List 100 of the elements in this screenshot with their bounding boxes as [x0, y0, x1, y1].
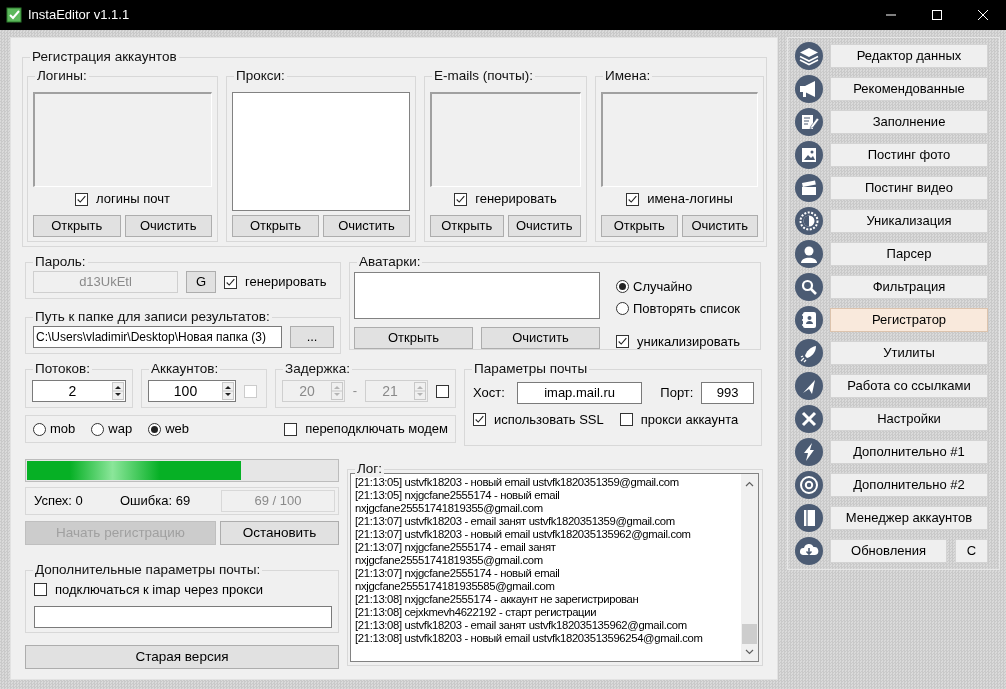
sidebar-item[interactable]: Регистратор — [830, 308, 988, 332]
checkbox[interactable] — [619, 413, 633, 427]
checkbox[interactable] — [34, 583, 47, 597]
layers-icon[interactable] — [795, 42, 823, 70]
group-title: Задержка: — [283, 361, 353, 377]
checkbox[interactable] — [454, 192, 468, 206]
button[interactable]: Очистить — [681, 215, 758, 237]
sidebar-button[interactable]: C — [955, 539, 988, 563]
sidebar-item[interactable]: Утилиты — [830, 341, 988, 365]
radio-button[interactable] — [33, 422, 46, 436]
sidebar-item[interactable]: Обновления — [830, 539, 947, 563]
button[interactable]: Очистить — [124, 215, 212, 237]
group-title: Аватарки: — [357, 254, 423, 270]
sidebar-item[interactable]: Менеджер аккаунтов — [830, 506, 988, 530]
button[interactable]: Остановить — [220, 521, 339, 545]
list-box[interactable] — [354, 272, 600, 319]
sidebar-item[interactable]: Уникализация — [830, 209, 988, 233]
sidebar-item[interactable]: Фильтрация — [830, 275, 988, 299]
sidebar-item[interactable]: Редактор данных — [830, 44, 988, 68]
search-icon[interactable] — [795, 273, 823, 301]
at-sign-icon[interactable] — [795, 471, 823, 499]
radio-button[interactable] — [91, 422, 105, 436]
checkbox-label[interactable]: генерировать — [475, 191, 557, 207]
button[interactable]: Старая версия — [25, 645, 339, 669]
button[interactable]: Открыть — [232, 215, 319, 237]
radio-label[interactable]: Повторять список — [633, 300, 741, 317]
scrollbar[interactable] — [741, 474, 758, 661]
checkbox-label[interactable]: использовать SSL — [494, 412, 604, 428]
button[interactable]: ... — [290, 326, 334, 348]
path-field[interactable]: C:\Users\vladimir\Desktop\Новая папка (3) — [33, 326, 283, 348]
checkbox-label[interactable]: имена-логины — [647, 191, 733, 207]
number-spinner[interactable]: 2 — [32, 380, 126, 402]
button[interactable]: Открыть — [33, 215, 121, 237]
button[interactable]: Открыть — [430, 215, 504, 237]
group-title: Путь к папке для записи результатов: — [33, 309, 272, 325]
sidebar-item[interactable]: Постинг фото — [830, 143, 988, 167]
button[interactable]: Открыть — [601, 215, 678, 237]
spinner-arrows-icon[interactable] — [112, 382, 124, 400]
group-title: Лог: — [355, 461, 385, 477]
cloud-download-icon[interactable] — [795, 537, 823, 565]
checkbox-label[interactable]: подключаться к imap через прокси — [55, 582, 263, 598]
checkbox-label[interactable]: логины почт — [96, 191, 170, 207]
radio-label[interactable]: web — [165, 421, 189, 437]
button[interactable]: Открыть — [354, 327, 473, 349]
error-count: Ошибка: 69 — [120, 493, 192, 509]
user-icon[interactable] — [795, 240, 823, 268]
lightning-icon[interactable] — [795, 438, 823, 466]
radio-label[interactable]: wap — [108, 421, 133, 437]
group-title: E-mails (почты): — [432, 68, 535, 84]
radio-button[interactable] — [616, 280, 629, 294]
sidebar-item[interactable]: Настройки — [830, 407, 988, 431]
clapperboard-icon[interactable] — [795, 174, 823, 202]
sidebar-item[interactable]: Заполнение — [830, 110, 988, 134]
button[interactable]: Очистить — [323, 215, 410, 237]
checkbox[interactable] — [284, 422, 298, 436]
radio-label[interactable]: mob — [50, 421, 76, 437]
radio-button[interactable] — [616, 301, 629, 315]
megaphone-icon[interactable] — [795, 75, 823, 103]
sidebar-item[interactable]: Рекомендованные — [830, 77, 988, 101]
port-field[interactable]: 993 — [701, 382, 754, 404]
sidebar-item[interactable]: Постинг видео — [830, 176, 988, 200]
log-line: [21:13:08] ustvfk18203 - email занят ustvfk182035135962@gmail.com — [355, 619, 688, 632]
success-count: Успех: 0 — [34, 493, 84, 509]
number-spinner[interactable]: 100 — [148, 380, 236, 402]
field-label: Порт: — [660, 385, 694, 401]
cursor-icon[interactable] — [795, 372, 823, 400]
checkbox-label[interactable]: переподключать модем — [305, 421, 448, 437]
host-field[interactable]: imap.mail.ru — [516, 382, 643, 404]
sidebar-item[interactable]: Парсер — [830, 242, 988, 266]
contrast-icon[interactable] — [795, 207, 823, 235]
group-title: Прокси: — [234, 68, 287, 84]
sidebar-item[interactable]: Дополнительно #2 — [830, 473, 988, 497]
counter-field: 69 / 100 — [221, 490, 335, 512]
button[interactable]: Очистить — [481, 327, 600, 349]
button[interactable]: Очистить — [507, 215, 581, 237]
proxy-field[interactable] — [34, 605, 332, 628]
log-line: [21:13:05] nxjgcfane2555174 - новый email nxjgcfane25551741819355@gmail.com — [355, 489, 561, 515]
range-separator: - — [352, 383, 358, 399]
tools-icon[interactable] — [795, 405, 823, 433]
checkbox-label[interactable]: уникализировать — [637, 334, 741, 350]
rocket-icon[interactable] — [795, 339, 823, 367]
checkbox-label[interactable]: прокси аккаунта — [640, 412, 739, 428]
list-box[interactable] — [232, 92, 410, 211]
checkbox[interactable] — [616, 335, 629, 349]
sidebar-item[interactable]: Работа со ссылками — [830, 374, 988, 398]
group-title: Регистрация аккаунтов — [30, 49, 179, 65]
maximize-icon — [932, 10, 942, 20]
log-line: [21:13:05] ustvfk18203 - новый email ustvfk1820351359@gmail.com — [355, 476, 680, 489]
image-icon[interactable] — [795, 141, 823, 169]
checkbox[interactable] — [473, 413, 486, 427]
group-title: Пароль: — [33, 254, 88, 270]
notebook-icon[interactable] — [795, 504, 823, 532]
radio-label[interactable]: Случайно — [633, 279, 693, 295]
checkbox[interactable] — [75, 192, 89, 206]
checkbox[interactable] — [626, 192, 640, 206]
edit-icon[interactable] — [795, 108, 823, 136]
radio-button[interactable] — [148, 422, 162, 436]
spinner-arrows-icon[interactable] — [222, 382, 234, 400]
sidebar-item[interactable]: Дополнительно #1 — [830, 440, 988, 464]
contact-book-icon[interactable] — [795, 306, 823, 334]
